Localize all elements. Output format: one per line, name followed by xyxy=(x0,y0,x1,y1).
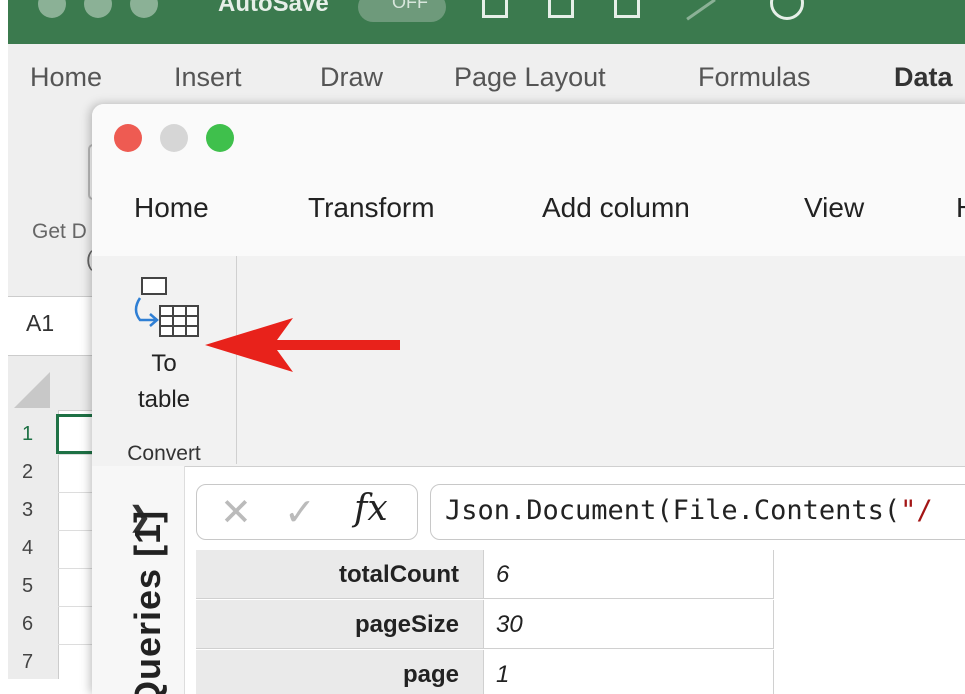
record-row: page 1 xyxy=(196,650,774,694)
excel-tab-page-layout[interactable]: Page Layout xyxy=(454,62,606,93)
pq-tab-add-column[interactable]: Add column xyxy=(542,192,690,224)
row-number[interactable]: 2 xyxy=(22,461,33,484)
record-value[interactable]: 30 xyxy=(484,600,774,649)
queries-pane-label[interactable]: Queries [1] xyxy=(118,509,178,694)
row-number[interactable]: 4 xyxy=(22,537,33,560)
to-table-icon xyxy=(134,277,199,337)
get-data-label: Get D xyxy=(32,220,87,243)
record-value[interactable]: 6 xyxy=(484,550,774,599)
fx-label[interactable]: fx xyxy=(354,488,388,529)
record-row: pageSize 30 xyxy=(196,600,774,650)
formula-text: Json.Document(File.Contents("/ xyxy=(445,495,933,526)
pq-tab-transform[interactable]: Transform xyxy=(308,192,435,224)
row-headers xyxy=(8,410,59,679)
cross-icon[interactable]: ✕ xyxy=(220,490,252,535)
formula-string: "/ xyxy=(900,495,933,526)
excel-tab-draw[interactable]: Draw xyxy=(320,62,383,93)
autosave-label: AutoSave xyxy=(218,0,329,17)
record-value[interactable]: 1 xyxy=(484,650,774,694)
check-icon[interactable]: ✓ xyxy=(284,490,316,535)
power-query-window: Home Transform Add column View H To tabl… xyxy=(92,104,965,694)
to-table-label-line2: table xyxy=(137,386,191,413)
autosave-state: OFF xyxy=(392,0,428,12)
row-number[interactable]: 5 xyxy=(22,575,33,598)
excel-tab-home[interactable]: Home xyxy=(30,62,102,93)
row-number[interactable]: 3 xyxy=(22,499,33,522)
excel-tab-data[interactable]: Data xyxy=(894,62,953,93)
row-number[interactable]: 1 xyxy=(22,423,33,446)
save-icon[interactable] xyxy=(548,0,574,18)
record-key: pageSize xyxy=(196,600,484,649)
pq-tab-view[interactable]: View xyxy=(804,192,864,224)
window-zoom-button[interactable] xyxy=(206,124,234,152)
pq-tab-help[interactable]: H xyxy=(956,192,965,224)
formula-input[interactable]: Json.Document(File.Contents("/ xyxy=(430,484,965,540)
record-key: totalCount xyxy=(196,550,484,599)
row-number[interactable]: 7 xyxy=(22,651,33,674)
select-all-corner[interactable] xyxy=(14,372,50,408)
record-key: page xyxy=(196,650,484,694)
home-icon[interactable] xyxy=(482,0,508,18)
edit-icon[interactable] xyxy=(614,0,640,18)
name-box[interactable]: A1 xyxy=(26,310,54,337)
pq-tab-home[interactable]: Home xyxy=(134,192,209,224)
window-minimize-button[interactable] xyxy=(160,124,188,152)
convert-group-label: Convert xyxy=(127,442,201,465)
formula-prefix: Json.Document(File.Contents( xyxy=(445,495,901,526)
queries-label-text: Queries [1] xyxy=(127,509,168,694)
excel-tab-formulas[interactable]: Formulas xyxy=(698,62,811,93)
window-close-button[interactable] xyxy=(114,124,142,152)
annotation-arrow xyxy=(205,318,400,372)
row-number[interactable]: 6 xyxy=(22,613,33,636)
excel-tab-insert[interactable]: Insert xyxy=(174,62,242,93)
record-row: totalCount 6 xyxy=(196,550,774,600)
